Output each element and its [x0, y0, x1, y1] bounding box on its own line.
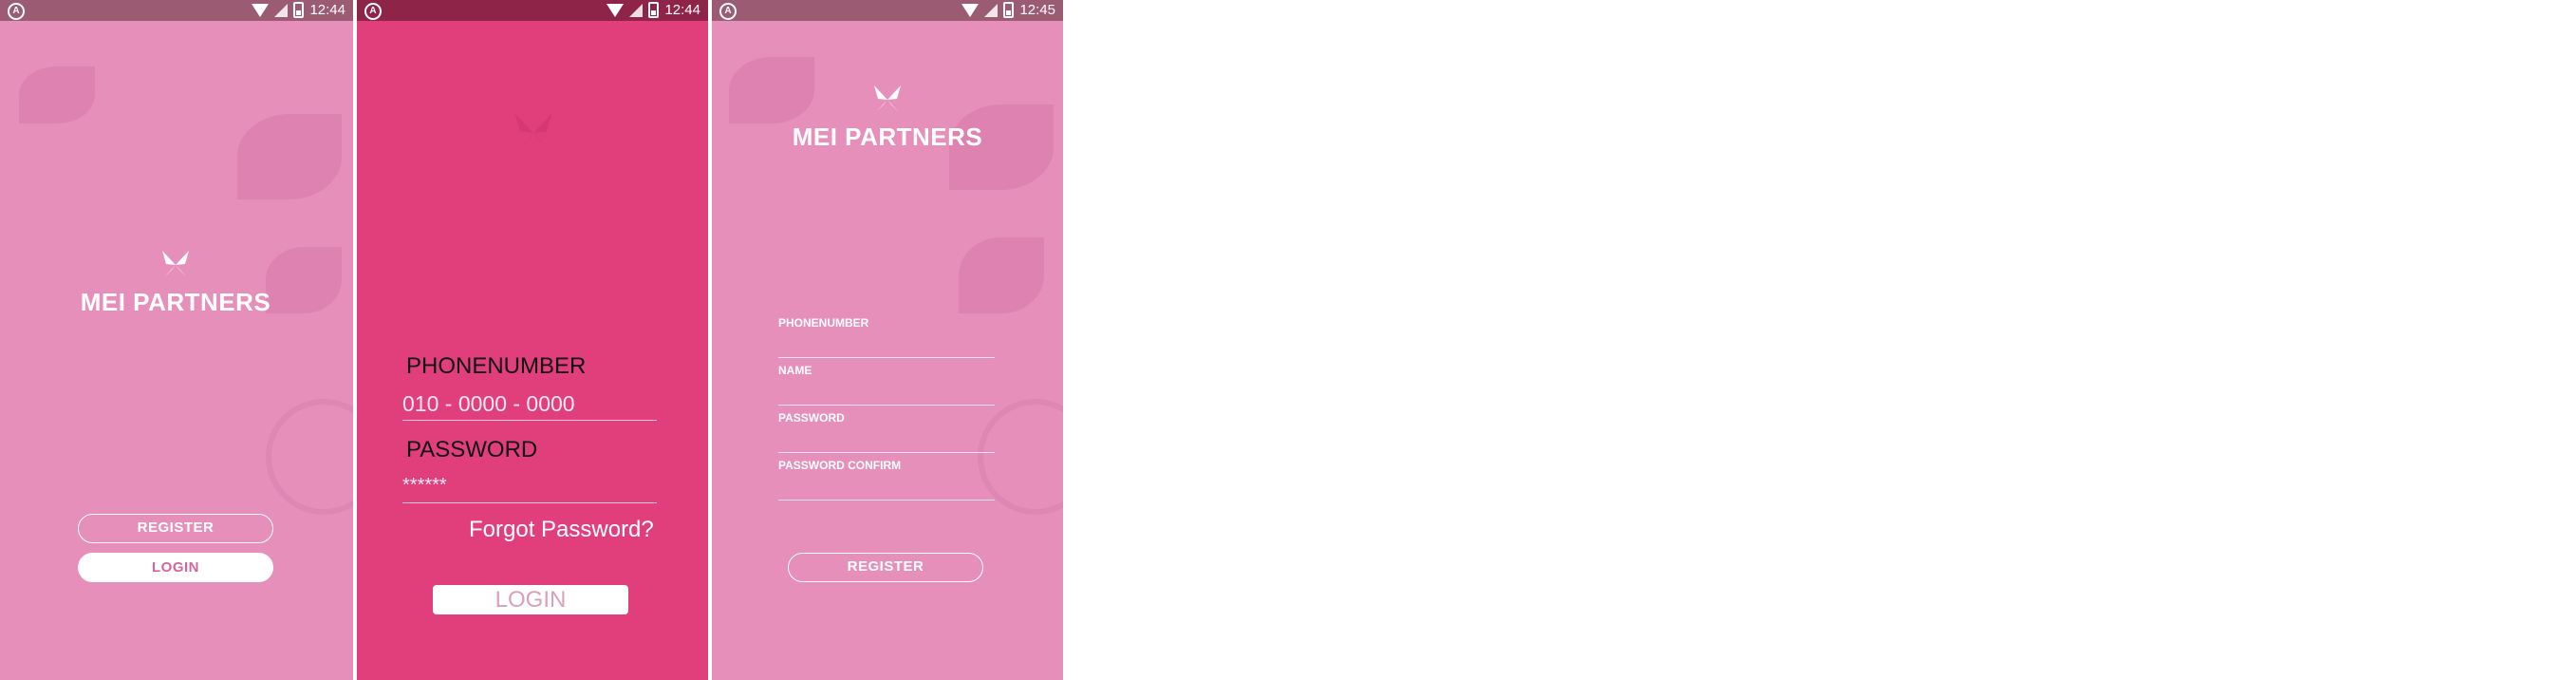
welcome-screen: A 12:44 MEI PARTNERS REGISTER LOGIN — [0, 0, 353, 680]
butterfly-logo-icon — [874, 85, 901, 112]
phonenumber-label: PHONENUMBER — [778, 316, 869, 330]
password-underline — [402, 502, 657, 503]
password-confirm-label: PASSWORD CONFIRM — [778, 459, 902, 472]
phonenumber-input[interactable] — [778, 357, 995, 358]
login-button[interactable]: LOGIN — [78, 553, 273, 582]
brand-name: MEI PARTNERS — [80, 288, 271, 316]
battery-icon — [1003, 2, 1015, 18]
name-label: NAME — [778, 364, 812, 377]
floral-decoration — [19, 66, 95, 123]
status-time: 12:44 — [664, 2, 700, 18]
phonenumber-label: PHONENUMBER — [406, 353, 587, 379]
wifi-icon — [961, 3, 980, 17]
status-bar: A 12:44 — [357, 0, 708, 21]
login-screen: A 12:44 PHONENUMBER 010 - 0000 - 0000 PA… — [357, 0, 708, 680]
register-screen: A 12:45 MEI PARTNERS PHONENUMBER NAME PA… — [712, 0, 1063, 680]
status-bar: A 12:44 — [0, 0, 353, 21]
password-input[interactable] — [778, 452, 995, 453]
signal-icon — [274, 3, 289, 17]
signal-icon — [629, 3, 644, 17]
phonenumber-input[interactable]: 010 - 0000 - 0000 — [402, 391, 575, 417]
android-icon: A — [364, 3, 382, 20]
brand-name: MEI PARTNERS — [792, 123, 983, 151]
floral-decoration — [237, 114, 342, 199]
password-label: PASSWORD — [778, 411, 845, 425]
status-time: 12:45 — [1019, 2, 1055, 18]
wifi-icon — [607, 3, 625, 17]
brand-logo: MEI PARTNERS — [66, 249, 285, 317]
password-input[interactable]: ****** — [402, 475, 447, 497]
battery-icon — [293, 2, 305, 18]
swirl-decoration — [978, 399, 1063, 515]
register-button[interactable]: REGISTER — [78, 514, 273, 543]
register-button[interactable]: REGISTER — [788, 553, 983, 582]
status-time: 12:44 — [309, 2, 345, 18]
floral-decoration — [959, 237, 1044, 313]
android-icon: A — [719, 3, 737, 20]
butterfly-logo-icon — [162, 251, 189, 277]
password-label: PASSWORD — [406, 437, 538, 463]
name-input[interactable] — [778, 405, 995, 406]
forgot-password-link[interactable]: Forgot Password? — [469, 517, 654, 543]
phonenumber-underline — [402, 420, 657, 421]
brand-logo: MEI PARTNERS — [778, 84, 997, 152]
status-bar: A 12:45 — [712, 0, 1063, 21]
battery-icon — [648, 2, 660, 18]
wifi-icon — [252, 3, 270, 17]
swirl-decoration — [266, 399, 353, 515]
android-icon: A — [8, 3, 25, 20]
butterfly-logo-icon — [514, 113, 552, 151]
signal-icon — [984, 3, 999, 17]
password-confirm-input[interactable] — [778, 500, 995, 501]
login-button[interactable]: LOGIN — [433, 585, 628, 614]
